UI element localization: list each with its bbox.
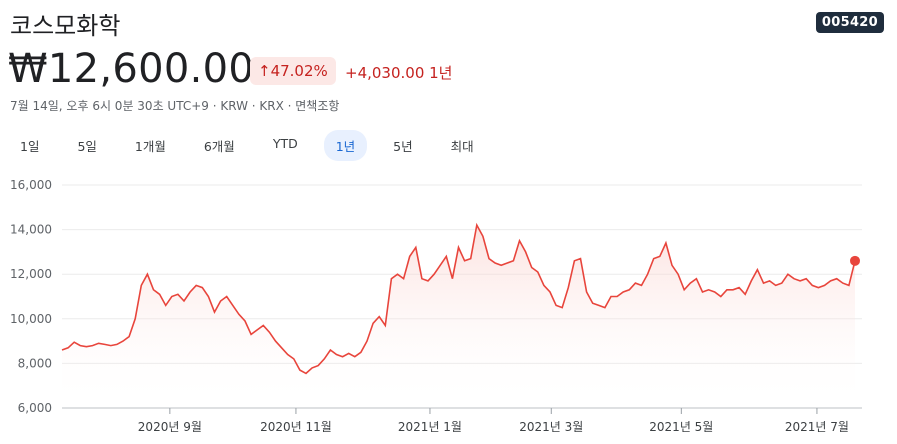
y-tick-label: 12,000: [10, 267, 52, 281]
x-tick-label: 2021년 3월: [519, 420, 583, 434]
x-tick-label: 2021년 1월: [398, 420, 462, 434]
x-tick-label: 2021년 5월: [649, 420, 713, 434]
x-tick-label: 2020년 9월: [138, 420, 202, 434]
y-tick-label: 10,000: [10, 312, 52, 326]
x-tick-label: 2020년 11월: [260, 420, 332, 434]
y-tick-label: 16,000: [10, 178, 52, 192]
y-tick-label: 14,000: [10, 223, 52, 237]
x-tick-label: 2021년 7월: [785, 420, 849, 434]
y-tick-label: 8,000: [18, 356, 52, 370]
price-area: [62, 225, 855, 408]
y-tick-label: 6,000: [18, 401, 52, 415]
current-price-dot: [850, 255, 860, 266]
price-chart[interactable]: 16,000 14,000 12,000 10,000 8,000 6,000 2020년…: [0, 0, 897, 444]
